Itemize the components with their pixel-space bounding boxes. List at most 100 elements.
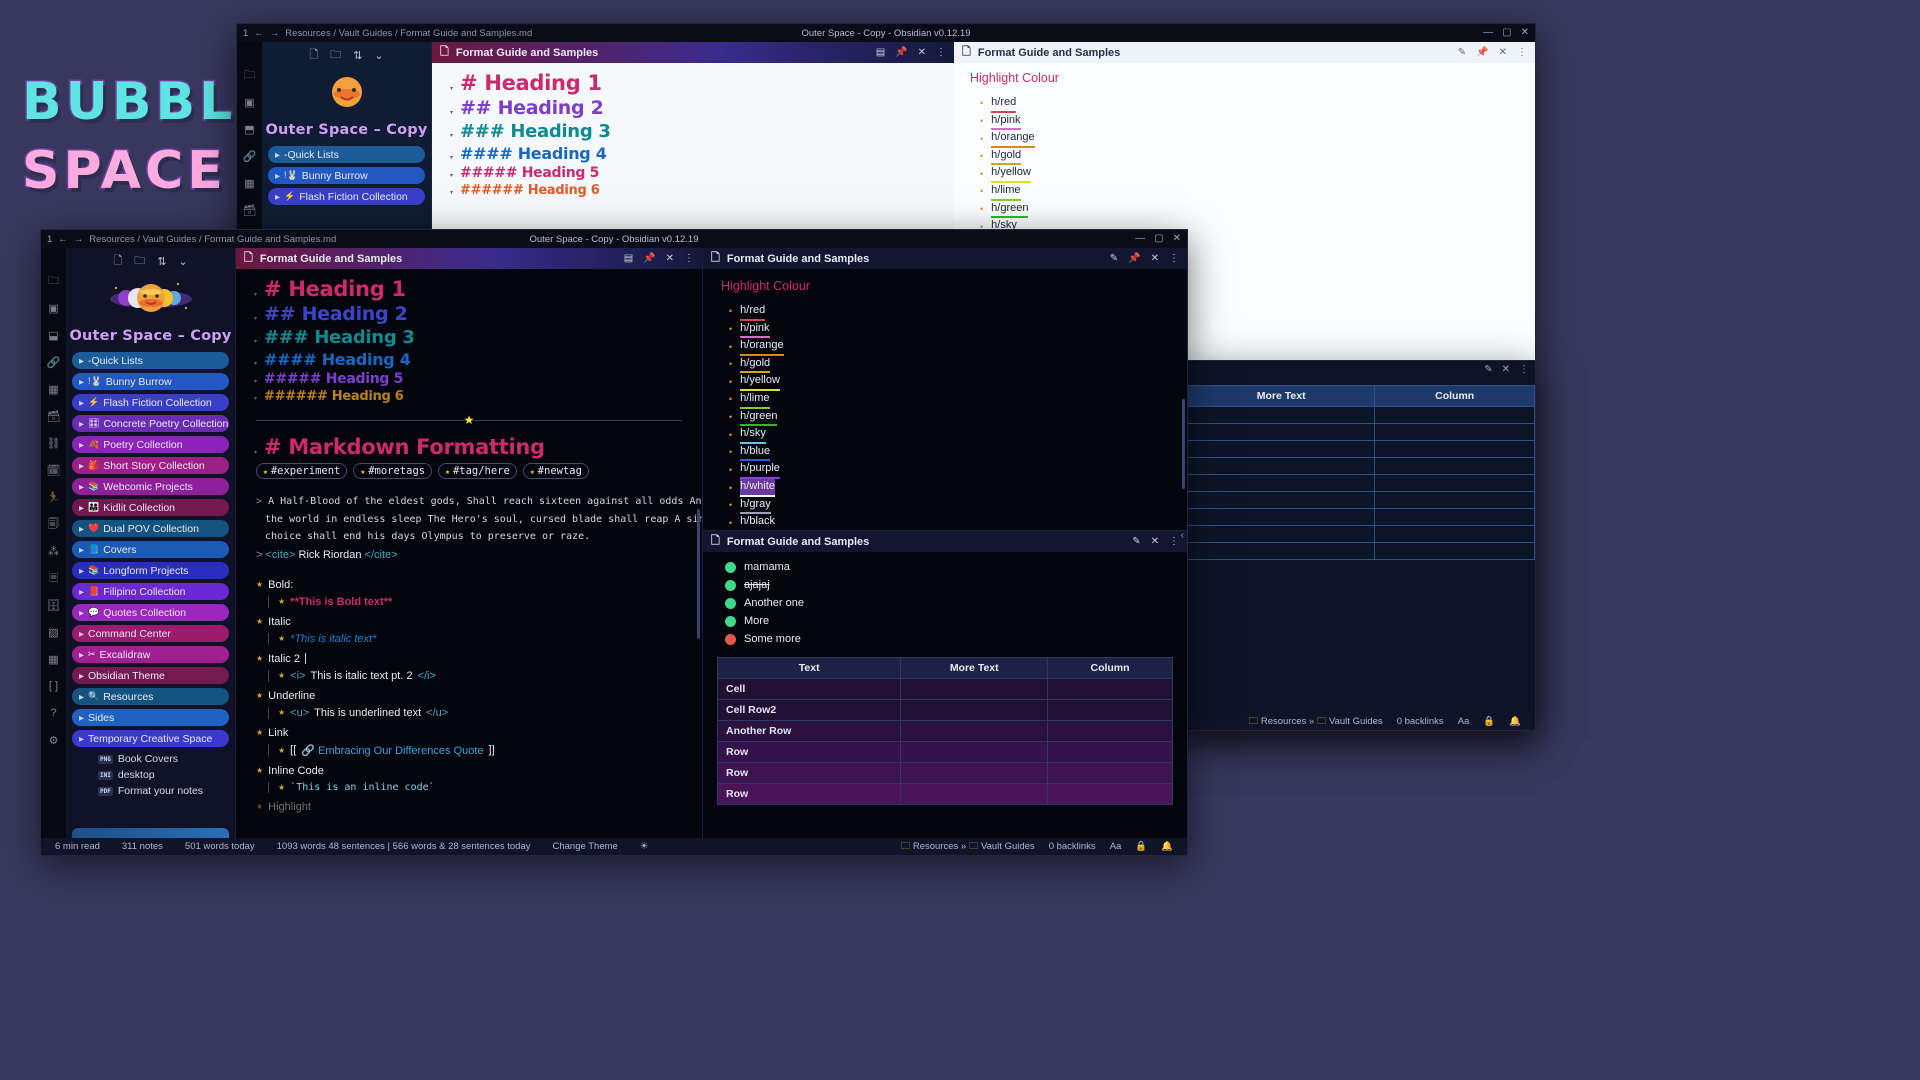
runner-icon[interactable]: 🏃	[47, 490, 61, 504]
sheet-icon[interactable]: ▦	[47, 652, 61, 666]
tag-newtag[interactable]: ★#newtag	[523, 463, 589, 479]
fold-arrow-icon[interactable]: ▾	[450, 173, 453, 179]
fold-arrow-icon[interactable]: ▾	[254, 316, 257, 322]
lock-icon[interactable]: 🔒	[1135, 841, 1147, 852]
checkbox-item-ajajaj[interactable]: ajajaj	[725, 579, 1173, 591]
link-alt-icon[interactable]: ⛓	[47, 436, 61, 450]
help-icon[interactable]: ?	[47, 706, 61, 720]
maximize-button[interactable]: ▢	[1154, 234, 1163, 244]
sidebar-folder-covers[interactable]: ▶📘Covers	[72, 541, 229, 558]
table-row[interactable]: Cell	[718, 679, 1173, 700]
highlight-scrollbar[interactable]	[1182, 399, 1185, 489]
sidebar-folder-flash-fiction-collection[interactable]: ▶⚡Flash Fiction Collection	[268, 188, 425, 205]
table-cell[interactable]	[901, 700, 1048, 721]
checkbox-dot-icon[interactable]	[725, 580, 736, 591]
close-icon[interactable]: ✕	[1502, 365, 1510, 375]
editor-tab-background[interactable]: 🗋 Format Guide and Samples ▤ 📌 ✕ ⋮	[432, 42, 954, 63]
folder-expand-icon[interactable]: ▶	[79, 651, 84, 659]
sidebar-folder-dual-pov-collection[interactable]: ▶❤️Dual POV Collection	[72, 520, 229, 537]
folder-expand-icon[interactable]: ▶	[79, 735, 84, 743]
background-table-window[interactable]: ✎ ✕ ⋮ More TextColumn 🗀 Resources » 🗀 Va…	[1186, 360, 1536, 731]
fold-arrow-icon[interactable]: ▾	[254, 450, 257, 456]
bg-table-cell[interactable]	[1375, 475, 1535, 492]
bg-table-cell[interactable]	[1375, 509, 1535, 526]
tag-experiment[interactable]: ★#experiment	[256, 463, 347, 479]
bg-table-cell[interactable]	[1375, 492, 1535, 509]
sidebar-folder-filipino-collection[interactable]: ▶📕Filipino Collection	[72, 583, 229, 600]
sidebar-folder-webcomic-projects[interactable]: ▶📚Webcomic Projects	[72, 478, 229, 495]
sidebar-folder-obsidian-theme[interactable]: ▶Obsidian Theme	[72, 667, 229, 684]
code-icon[interactable]: [ ]	[47, 679, 61, 693]
folder-expand-icon[interactable]: ▶	[79, 483, 84, 491]
fold-arrow-icon[interactable]: ▾	[450, 110, 453, 116]
bg-table-row[interactable]	[1188, 458, 1535, 475]
folder-expand-icon[interactable]: ▶	[275, 172, 280, 180]
collapse-icon[interactable]: ⌄	[178, 255, 187, 268]
folder-expand-icon[interactable]: ▶	[79, 378, 84, 386]
folder-expand-icon[interactable]: ▶	[79, 714, 84, 722]
sidebar-file-book-covers[interactable]: PNGBook Covers	[72, 751, 229, 767]
table-row[interactable]: Row	[718, 784, 1173, 805]
edit-icon[interactable]: ✎	[1458, 47, 1466, 58]
forward-arrow-icon[interactable]: →	[74, 234, 84, 245]
bg-table-cell[interactable]	[1375, 458, 1535, 475]
table-row[interactable]: Another Row	[718, 721, 1173, 742]
folder-expand-icon[interactable]: ▶	[79, 420, 84, 428]
bg-backlinks[interactable]: 0 backlinks	[1397, 716, 1444, 727]
grid-icon[interactable]: ▨	[47, 625, 61, 639]
table-cell[interactable]	[1048, 784, 1173, 805]
bg-table-cell[interactable]	[1188, 458, 1375, 475]
table-row[interactable]: Cell Row2	[718, 700, 1173, 721]
close-icon[interactable]: ✕	[1151, 253, 1159, 264]
sort-icon[interactable]: ⇅	[353, 49, 362, 62]
canvas-icon[interactable]: ⬒	[243, 122, 257, 136]
obsidian-window-front[interactable]: 1 ← → Resources / Vault Guides / Format …	[40, 229, 1188, 856]
folder-expand-icon[interactable]: ▶	[79, 441, 84, 449]
fold-arrow-icon[interactable]: ▾	[450, 190, 453, 196]
bell-icon[interactable]: 🔔	[1161, 841, 1173, 852]
more-options-icon[interactable]: ⋮	[1169, 253, 1179, 264]
checkbox-dot-icon[interactable]	[725, 616, 736, 627]
maximize-button[interactable]: ▢	[1502, 28, 1511, 38]
bg-table-cell[interactable]	[1188, 526, 1375, 543]
table-cell[interactable]: Row	[718, 763, 901, 784]
bg-table-row[interactable]	[1188, 543, 1535, 560]
more-options-icon[interactable]: ⋮	[936, 47, 946, 58]
new-note-icon[interactable]: 🗋	[113, 252, 122, 271]
sidebar-folder-excalidraw[interactable]: ▶✂Excalidraw	[72, 646, 229, 663]
editor-body-front[interactable]: ▾# Heading 1 ▾## Heading 2 ▾### Heading …	[236, 269, 702, 838]
fold-arrow-icon[interactable]: ▾	[254, 292, 257, 298]
fold-arrow-icon[interactable]: ▾	[254, 339, 257, 345]
font-size-icon[interactable]: Aa	[1458, 716, 1470, 727]
folder-icon[interactable]: 🗀	[47, 274, 61, 288]
edit-icon[interactable]: ✎	[1132, 536, 1140, 547]
table-cell[interactable]	[1048, 679, 1173, 700]
sidebar-file-format-your-notes[interactable]: PDFFormat your notes	[72, 783, 229, 799]
highlight-tab-front[interactable]: 🗋 Format Guide and Samples ✎ 📌 ✕ ⋮	[703, 248, 1187, 269]
editor-scrollbar[interactable]	[697, 509, 700, 639]
table-cell[interactable]: Cell Row2	[718, 700, 901, 721]
folder-expand-icon[interactable]: ▶	[79, 609, 84, 617]
checkbox-item-some-more[interactable]: Some more	[725, 633, 1173, 645]
table-cell[interactable]	[901, 721, 1048, 742]
sidebar-folder-quotes-collection[interactable]: ▶💬Quotes Collection	[72, 604, 229, 621]
graph-icon[interactable]: ▣	[243, 95, 257, 109]
bg-table-row[interactable]	[1188, 526, 1535, 543]
folder-expand-icon[interactable]: ▶	[79, 504, 84, 512]
table-cell[interactable]	[1048, 721, 1173, 742]
bg-table-cell[interactable]	[1188, 407, 1375, 424]
back-arrow-icon[interactable]: ←	[254, 28, 264, 39]
titlebar-background[interactable]: 1 ← → Resources / Vault Guides / Format …	[237, 24, 1535, 42]
pin-icon[interactable]: 📌	[895, 47, 907, 58]
table-cell[interactable]	[901, 679, 1048, 700]
backlinks-count[interactable]: 0 backlinks	[1049, 841, 1096, 852]
callout-tab-front[interactable]: 🗋 Format Guide and Samples ✎ ✕ ⋮	[703, 531, 1187, 552]
folder-expand-icon[interactable]: ▶	[79, 693, 84, 701]
lock-icon[interactable]: 🔒	[1483, 716, 1495, 727]
bg-table-cell[interactable]	[1375, 424, 1535, 441]
editor-tab-front[interactable]: 🗋 Format Guide and Samples ▤ 📌 ✕ ⋮	[236, 248, 702, 269]
folder-expand-icon[interactable]: ▶	[275, 193, 280, 201]
fold-arrow-icon[interactable]: ▾	[254, 379, 257, 385]
bg-table-row[interactable]	[1188, 441, 1535, 458]
close-icon[interactable]: ✕	[918, 47, 926, 58]
